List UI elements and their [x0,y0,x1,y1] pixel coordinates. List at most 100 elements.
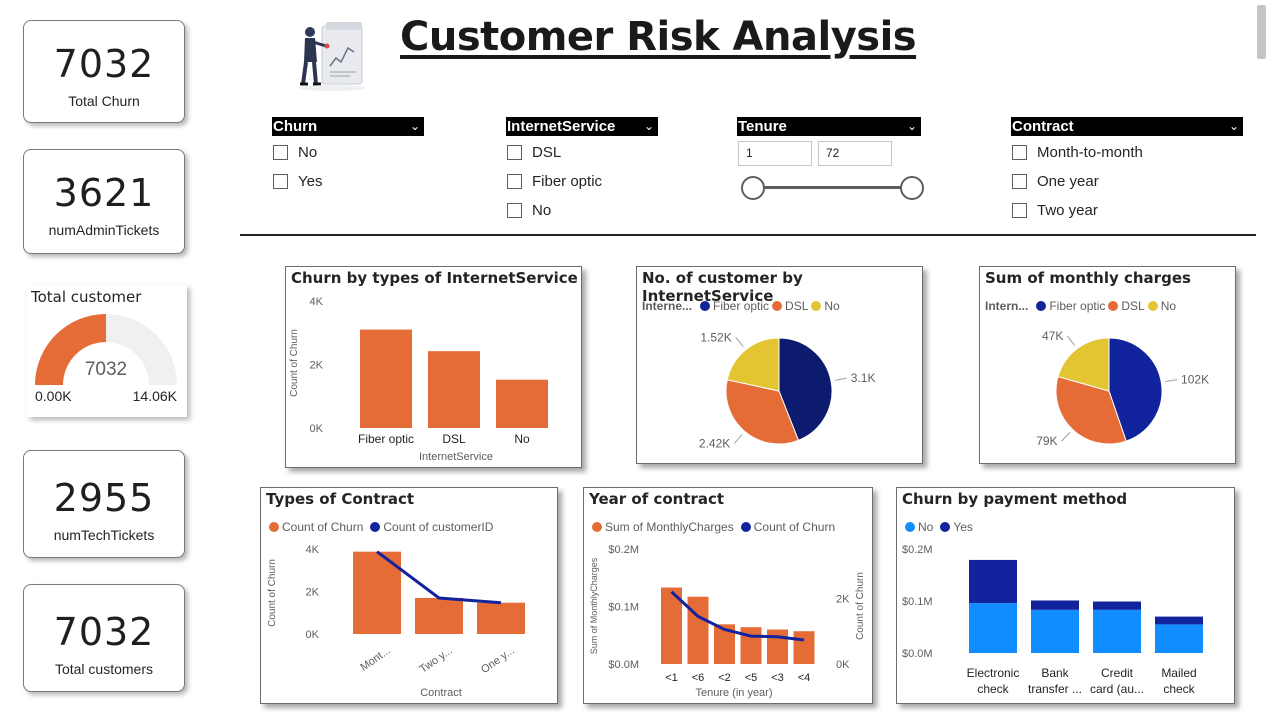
slicer-option[interactable]: DSL [506,138,658,167]
bar [477,602,525,634]
pie-chart: 102K 79K 47K [1036,329,1209,448]
bar [360,329,412,428]
chevron-down-icon[interactable]: ⌄ [1229,117,1239,136]
y-tick-label: $0.1M [902,596,933,608]
x-tick-label-line: Credit [1101,666,1134,680]
option-label: One year [1037,173,1099,190]
data-label: 1.52K [700,330,731,344]
chart-sum-monthly-charges[interactable]: Sum of monthly charges Intern... Fiber o… [979,266,1236,464]
option-label: DSL [532,144,562,161]
checkbox[interactable] [273,145,288,160]
option-label: Two year [1037,202,1098,219]
kpi-label: Total Churn [68,93,140,109]
kpi-card-tech-tickets: 2955 numTechTickets [23,450,185,558]
data-label: 3.1K [851,371,876,385]
option-label: Month-to-month [1037,144,1143,161]
leader-line [735,336,744,347]
x-axis-title: Contract [420,687,462,699]
slicer-title: Churn [273,118,318,135]
chart-customers-by-internet-service[interactable]: No. of customer by InternetService Inter… [636,266,923,464]
checkbox[interactable] [273,174,288,189]
slicer-title: Contract [1012,118,1074,135]
slicer-option[interactable]: Fiber optic [506,167,658,196]
chevron-down-icon[interactable]: ⌄ [644,117,654,136]
y-tick-label: $0.0M [902,648,933,660]
kpi-value: 2955 [53,476,155,520]
y-axis-title: Count of Churn [289,329,300,397]
x-tick-label: Two y... [417,645,454,676]
slicer-title: InternetService [507,118,616,135]
slicer-header[interactable]: Contract ⌄ [1011,117,1243,136]
chart-year-of-contract[interactable]: Year of contract Sum of MonthlyCharges C… [583,487,873,704]
slicer-option[interactable]: One year [1011,167,1243,196]
range-slider-max-handle[interactable] [900,176,924,200]
slicer-option[interactable]: Month-to-month [1011,138,1243,167]
bar-segment-no [1031,609,1079,653]
gauge-chart: 7032 0.00K 14.06K [35,314,178,404]
combo-chart: Count of Churn Contract 0K 2K 4K Mont... Two… [267,544,525,699]
data-label: 102K [1181,373,1209,387]
x-tick-label-line: Electronic [967,666,1020,680]
y-tick-label: 0K [306,629,320,641]
y-tick-label: 0K [310,423,324,435]
slicer-option[interactable]: Yes [272,167,424,196]
option-label: No [298,144,318,161]
slicer-header[interactable]: InternetService ⌄ [506,117,658,136]
y-tick-label: 2K [310,360,324,372]
y2-axis-title: Count of Churn [855,572,866,640]
checkbox[interactable] [1012,174,1027,189]
tenure-min-input[interactable]: 1 [738,141,812,166]
kpi-value: 7032 [53,42,155,86]
chart-types-of-contract[interactable]: Types of Contract Count of Churn Count o… [260,487,558,704]
x-tick-label-line: card (au... [1090,682,1144,696]
x-tick-label: Mont... [358,645,392,674]
slicer-header[interactable]: Churn ⌄ [272,117,424,136]
gauge-card-total-customer: Total customer 7032 0.00K 14.06K [27,285,187,417]
checkbox[interactable] [507,203,522,218]
slicer-header[interactable]: Tenure ⌄ [737,117,921,136]
data-label: 47K [1042,329,1063,343]
tenure-max-input[interactable]: 72 [818,141,892,166]
bar-segment-yes [1093,601,1141,610]
y2-tick-label: 0K [836,659,850,671]
page-title: Customer Risk Analysis [400,14,917,60]
chart-churn-by-internet-service[interactable]: Churn by types of InternetService Count … [285,266,582,468]
bar [415,597,463,634]
checkbox[interactable] [1012,203,1027,218]
checkbox[interactable] [1012,145,1027,160]
slicer-option[interactable]: No [506,196,658,225]
bar [428,351,480,428]
x-tick-label-line: Mailed [1161,666,1196,680]
kpi-value: 3621 [53,171,155,215]
checkbox[interactable] [507,145,522,160]
data-label: 2.42K [699,437,730,451]
bar-segment-no [1155,624,1203,653]
chevron-down-icon[interactable]: ⌄ [907,117,917,136]
bar [793,631,815,664]
slicer-option[interactable]: No [272,138,424,167]
x-tick-label: One y... [479,645,517,676]
y-tick-label: 4K [310,296,324,308]
option-label: Fiber optic [532,173,603,190]
bar-segment-no [969,603,1017,653]
bar-segment-no [1093,609,1141,653]
slicer-contract: Contract ⌄ Month-to-month One year Two y… [1011,117,1243,225]
chevron-down-icon[interactable]: ⌄ [410,117,420,136]
vertical-scrollbar[interactable] [1257,5,1266,59]
kpi-label: numAdminTickets [48,222,160,238]
range-slider-track[interactable] [753,186,913,189]
x-tick-label-line: check [977,682,1009,696]
x-axis-title: Tenure (in year) [695,687,772,699]
x-tick-label: <4 [798,672,811,684]
option-label: Yes [298,173,323,190]
y-tick-label: $0.1M [608,602,639,614]
slicer-option[interactable]: Two year [1011,196,1243,225]
y-tick-label: $0.0M [608,659,639,671]
slicer-churn: Churn ⌄ No Yes [272,117,424,196]
section-divider [240,234,1256,236]
slicer-title: Tenure [738,118,787,135]
y-tick-label: $0.2M [608,544,639,556]
range-slider-min-handle[interactable] [741,176,765,200]
checkbox[interactable] [507,174,522,189]
chart-churn-by-payment-method[interactable]: Churn by payment method No Yes $0.0M $0.1… [896,487,1235,704]
